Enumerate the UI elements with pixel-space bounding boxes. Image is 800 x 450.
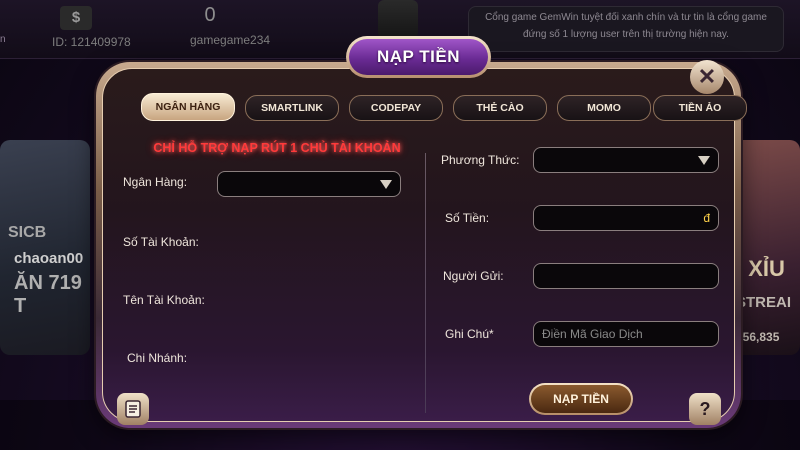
branch-label: Chi Nhánh: (127, 351, 188, 365)
tab-bank[interactable]: NGÂN HÀNG (141, 93, 235, 121)
method-label: Phương Thức: (441, 153, 520, 167)
note-input[interactable]: Điền Mã Giao Dịch (533, 321, 719, 347)
bank-deposit-form: CHỈ HỖ TRỢ NẠP RÚT 1 CHỦ TÀI KHOẢN Ngân … (123, 133, 727, 415)
payment-tabs: NGÂN HÀNG SMARTLINK CODEPAY THẺ CÀO MOMO… (141, 93, 747, 121)
tab-codepay[interactable]: CODEPAY (349, 95, 443, 121)
deposit-submit-label: NẠP TIỀN (531, 385, 631, 413)
dialog-body: NGÂN HÀNG SMARTLINK CODEPAY THẺ CÀO MOMO… (102, 68, 747, 425)
tab-momo[interactable]: MOMO (557, 95, 651, 121)
top-left-label: n (0, 34, 6, 45)
notice-banner: Cổng game GemWin tuyệt đối xanh chín và … (468, 6, 784, 52)
lobby-avatar-icon[interactable] (378, 0, 418, 38)
username: gamegame234 (190, 33, 271, 47)
single-owner-warning: CHỈ HỖ TRỢ NẠP RÚT 1 CHỦ TÀI KHOẢN (153, 141, 401, 155)
amount-input[interactable]: đ (533, 205, 719, 231)
form-divider (425, 153, 426, 413)
deposit-submit-button[interactable]: NẠP TIỀN (529, 383, 633, 415)
chevron-down-icon (698, 156, 710, 165)
account-name-label: Tên Tài Khoản: (123, 293, 205, 307)
dialog-title: NẠP TIỀN (349, 39, 488, 75)
method-select[interactable] (533, 147, 719, 173)
note-placeholder: Điền Mã Giao Dịch (542, 327, 643, 341)
balance-value: 0 (204, 4, 216, 26)
user-id: ID: 121409978 (52, 35, 131, 49)
close-icon[interactable]: ✕ (690, 60, 724, 94)
right-card-text-3: 756,835 (736, 330, 780, 344)
currency-symbol: đ (703, 211, 710, 225)
bank-select[interactable] (217, 171, 401, 197)
left-card-text-1: SICB (8, 224, 47, 241)
amount-label: Số Tiền: (445, 211, 490, 225)
tab-smartlink[interactable]: SMARTLINK (245, 95, 339, 121)
right-card-text-1: I XỈU (736, 256, 785, 281)
tab-card[interactable]: THẺ CÀO (453, 95, 547, 121)
history-button[interactable] (117, 393, 149, 425)
sender-label: Người Gửi: (443, 269, 504, 283)
note-label: Ghi Chú* (445, 327, 494, 341)
left-game-card[interactable]: SICB chaoan00 ĂN 719 T (0, 140, 90, 355)
help-button[interactable]: ? (689, 393, 721, 425)
money-icon[interactable]: $ (60, 6, 92, 30)
account-number-label: Số Tài Khoản: (123, 235, 199, 249)
left-card-text-3: ĂN 719 T (14, 272, 82, 317)
tab-crypto[interactable]: TIỀN ẢO (653, 95, 747, 121)
bank-label: Ngân Hàng: (123, 175, 188, 189)
sender-input[interactable] (533, 263, 719, 289)
document-icon (125, 400, 141, 418)
deposit-dialog: NGÂN HÀNG SMARTLINK CODEPAY THẺ CÀO MOMO… (96, 36, 747, 428)
left-card-text-2: chaoan00 (14, 250, 84, 267)
dialog-title-plate: NẠP TIỀN (346, 36, 491, 78)
right-card-text-2: STREAI (736, 294, 792, 311)
chevron-down-icon (380, 180, 392, 189)
